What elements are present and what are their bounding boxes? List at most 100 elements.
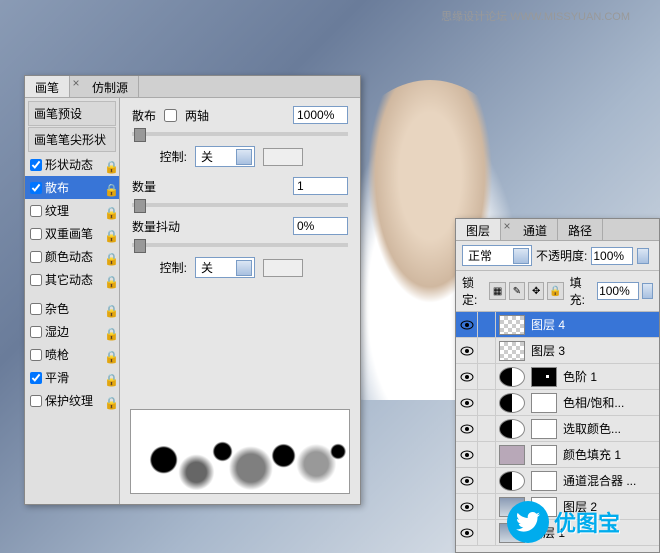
visibility-toggle[interactable] — [456, 520, 478, 546]
checkbox-smooth[interactable] — [30, 372, 42, 384]
jitter-slider[interactable] — [132, 243, 348, 247]
adjustment-icon — [499, 419, 525, 439]
layer-row[interactable]: 颜色填充 1 — [456, 442, 659, 468]
layer-row[interactable]: 色相/饱和... — [456, 390, 659, 416]
sidebar-tip-shape[interactable]: 画笔笔尖形状 — [28, 127, 116, 152]
checkbox-dual[interactable] — [30, 228, 42, 240]
sidebar-other-dynamics[interactable]: 其它动态🔒 — [25, 268, 119, 291]
checkbox-airbrush[interactable] — [30, 349, 42, 361]
lock-icon: 🔒 — [104, 252, 114, 262]
layer-row[interactable]: 图层 4 — [456, 312, 659, 338]
sidebar-noise[interactable]: 杂色🔒 — [25, 297, 119, 320]
tab-layers-close[interactable]: × — [501, 219, 513, 240]
control-dropdown-1[interactable]: 关 — [195, 146, 255, 167]
fill-arrow[interactable] — [642, 283, 653, 299]
layer-row[interactable]: 通道混合器 ... — [456, 468, 659, 494]
scatter-slider[interactable] — [132, 132, 348, 136]
visibility-toggle[interactable] — [456, 390, 478, 416]
watermark-text: 思缘设计论坛 WWW.MISSYUAN.COM — [441, 8, 630, 24]
tab-brush-close[interactable]: × — [70, 76, 82, 97]
both-axes-checkbox[interactable] — [164, 109, 177, 122]
lock-icon: 🔒 — [104, 396, 114, 406]
sidebar-shape-dynamics[interactable]: 形状动态🔒 — [25, 153, 119, 176]
visibility-toggle[interactable] — [456, 416, 478, 442]
lock-transparency-button[interactable]: ▦ — [489, 282, 505, 300]
visibility-toggle[interactable] — [456, 494, 478, 520]
tab-clone-source[interactable]: 仿制源 — [82, 76, 139, 97]
lock-position-button[interactable]: ✥ — [528, 282, 544, 300]
mask-thumb — [531, 419, 557, 439]
tab-channels[interactable]: 通道 — [513, 219, 558, 240]
opacity-input[interactable] — [591, 247, 633, 265]
opacity-arrow[interactable] — [637, 248, 649, 264]
brush-content: 散布 两轴 控制: 关 数量 数量抖动 — [120, 98, 360, 504]
layer-name: 选取颜色... — [560, 420, 621, 437]
count-input[interactable] — [293, 177, 348, 195]
visibility-toggle[interactable] — [456, 312, 478, 338]
sidebar-protect-texture[interactable]: 保护纹理🔒 — [25, 389, 119, 412]
adjustment-icon — [499, 367, 525, 387]
checkbox-shape[interactable] — [30, 159, 42, 171]
mask-thumb — [531, 471, 557, 491]
jitter-input[interactable] — [293, 217, 348, 235]
blend-mode-dropdown[interactable]: 正常 — [462, 245, 532, 266]
layer-name: 颜色填充 1 — [560, 446, 621, 463]
lock-icon: 🔒 — [104, 373, 114, 383]
lock-icon: 🔒 — [104, 183, 114, 193]
checkbox-other[interactable] — [30, 274, 42, 286]
tab-layers[interactable]: 图层 — [456, 219, 501, 240]
sidebar-airbrush[interactable]: 喷枪🔒 — [25, 343, 119, 366]
lock-icon: 🔒 — [104, 229, 114, 239]
sidebar-wet-edges[interactable]: 湿边🔒 — [25, 320, 119, 343]
layer-row[interactable]: 选取颜色... — [456, 416, 659, 442]
mask-thumb — [531, 393, 557, 413]
sidebar-texture[interactable]: 纹理🔒 — [25, 199, 119, 222]
lock-icon: 🔒 — [104, 160, 114, 170]
layer-row[interactable]: 色阶 1 — [456, 364, 659, 390]
sidebar-dual-brush[interactable]: 双重画笔🔒 — [25, 222, 119, 245]
checkbox-noise[interactable] — [30, 303, 42, 315]
sidebar-smoothing[interactable]: 平滑🔒 — [25, 366, 119, 389]
mask-thumb — [531, 367, 557, 387]
mask-thumb — [531, 445, 557, 465]
brush-tabs: 画笔 × 仿制源 — [25, 76, 360, 98]
checkbox-color[interactable] — [30, 251, 42, 263]
checkbox-scatter[interactable] — [30, 182, 42, 194]
tab-brush[interactable]: 画笔 — [25, 76, 70, 97]
lock-icon: 🔒 — [104, 350, 114, 360]
checkbox-protect[interactable] — [30, 395, 42, 407]
fill-input[interactable] — [597, 282, 639, 300]
layer-name: 图层 3 — [528, 342, 565, 359]
lock-all-button[interactable]: 🔒 — [547, 282, 563, 300]
checkbox-texture[interactable] — [30, 205, 42, 217]
logo-text: 优图宝 — [554, 506, 620, 538]
layer-name: 图层 4 — [528, 316, 565, 333]
visibility-toggle[interactable] — [456, 364, 478, 390]
control-label-1: 控制: — [132, 148, 187, 165]
control-dropdown-2[interactable]: 关 — [195, 257, 255, 278]
opacity-label: 不透明度: — [536, 247, 587, 264]
brush-panel: 画笔 × 仿制源 画笔预设 画笔笔尖形状 形状动态🔒 散布🔒 纹理🔒 双重画笔🔒… — [24, 75, 361, 505]
control-label-2: 控制: — [132, 259, 187, 276]
visibility-toggle[interactable] — [456, 338, 478, 364]
tab-paths[interactable]: 路径 — [558, 219, 603, 240]
count-slider[interactable] — [132, 203, 348, 207]
layer-name: 通道混合器 ... — [560, 472, 636, 489]
layer-thumb — [499, 315, 525, 335]
visibility-toggle[interactable] — [456, 468, 478, 494]
checkbox-wet[interactable] — [30, 326, 42, 338]
scatter-input[interactable] — [293, 106, 348, 124]
sidebar-scatter[interactable]: 散布🔒 — [25, 176, 119, 199]
visibility-toggle[interactable] — [456, 442, 478, 468]
lock-label: 锁定: — [462, 274, 486, 308]
sidebar-color-dynamics[interactable]: 颜色动态🔒 — [25, 245, 119, 268]
brush-sidebar: 画笔预设 画笔笔尖形状 形状动态🔒 散布🔒 纹理🔒 双重画笔🔒 颜色动态🔒 其它… — [25, 98, 120, 504]
layers-tabs: 图层 × 通道 路径 — [456, 219, 659, 241]
scatter-label: 散布 — [132, 107, 156, 124]
lock-pixels-button[interactable]: ✎ — [509, 282, 525, 300]
layer-name: 色阶 1 — [560, 368, 597, 385]
fill-label: 填充: — [570, 274, 594, 308]
sidebar-preset[interactable]: 画笔预设 — [28, 101, 116, 126]
layer-row[interactable]: 图层 3 — [456, 338, 659, 364]
logo-watermark: 优图宝 — [507, 501, 620, 543]
